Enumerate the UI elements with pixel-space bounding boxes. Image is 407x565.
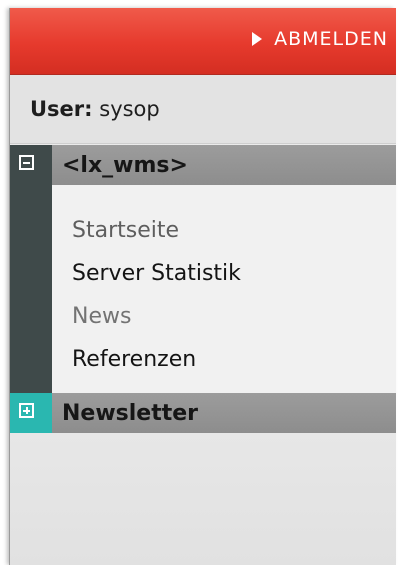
menu-item-startseite[interactable]: Startseite bbox=[72, 218, 179, 243]
play-triangle-icon bbox=[252, 32, 263, 46]
section-side-strip bbox=[10, 185, 52, 393]
section-title: <lx_wms> bbox=[62, 153, 188, 178]
menu-item-server-statistik[interactable]: Server Statistik bbox=[72, 261, 241, 286]
menu-item-referenzen[interactable]: Referenzen bbox=[72, 347, 196, 372]
user-info: User: sysop bbox=[10, 75, 396, 144]
logout-label: ABMELDEN bbox=[274, 28, 388, 50]
empty-area bbox=[10, 433, 396, 565]
section-header-lx-wms[interactable]: <lx_wms> bbox=[10, 145, 396, 185]
user-name: sysop bbox=[99, 97, 160, 121]
menu-item-news[interactable]: News bbox=[72, 304, 131, 329]
top-bar: ABMELDEN bbox=[10, 8, 396, 75]
minus-box-icon bbox=[19, 155, 34, 170]
user-label: User: bbox=[30, 97, 93, 121]
section-title: Newsletter bbox=[62, 401, 199, 426]
collapse-toggle[interactable] bbox=[10, 145, 52, 185]
logout-button[interactable]: ABMELDEN bbox=[252, 28, 388, 50]
sidebar-panel: ABMELDEN User: sysop <lx_wms> Startseite… bbox=[10, 8, 396, 565]
section-menu: Startseite Server Statistik News Referen… bbox=[52, 185, 396, 393]
plus-box-icon bbox=[19, 403, 34, 418]
section-header-newsletter[interactable]: Newsletter bbox=[10, 393, 396, 433]
expand-toggle[interactable] bbox=[10, 393, 52, 433]
